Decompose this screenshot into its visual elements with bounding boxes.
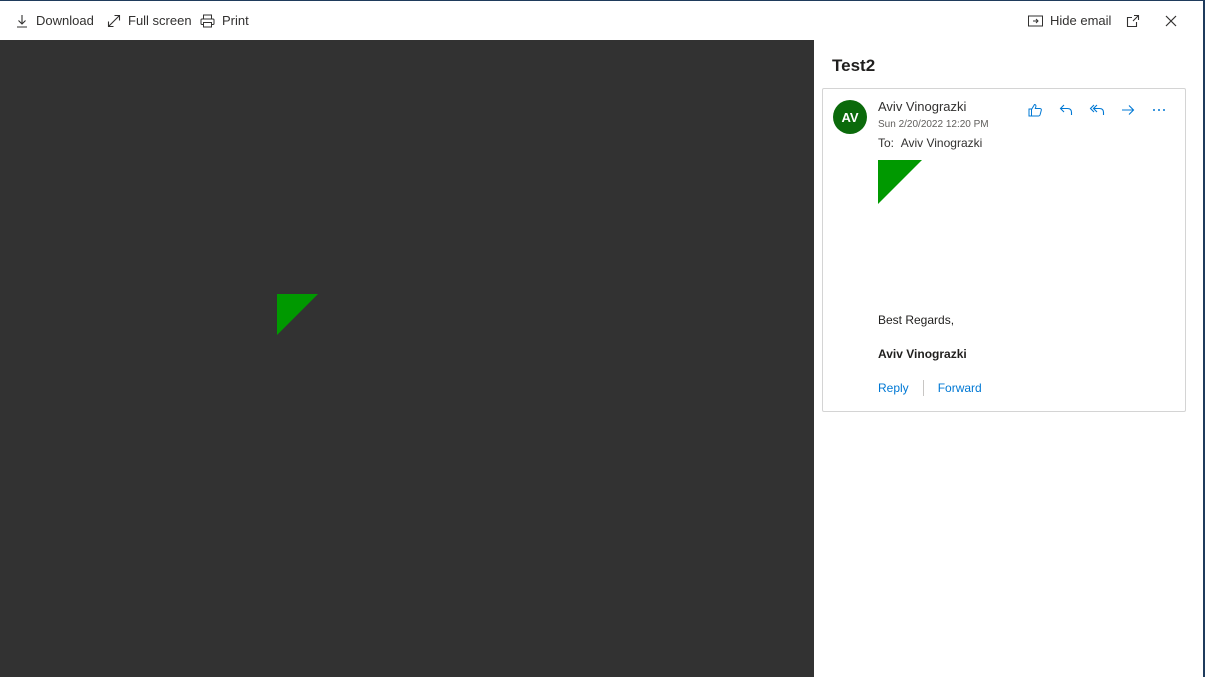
download-icon <box>15 14 29 28</box>
attachment-preview-image <box>277 294 318 335</box>
popout-button[interactable] <box>1126 1 1140 40</box>
forward-icon[interactable] <box>1119 101 1137 119</box>
inline-image[interactable] <box>878 160 922 204</box>
print-label: Print <box>222 13 249 28</box>
full-screen-label: Full screen <box>128 13 192 28</box>
popout-icon <box>1126 14 1140 28</box>
forward-link[interactable]: Forward <box>938 381 982 395</box>
recipient-name[interactable]: Aviv Vinograzki <box>901 136 983 150</box>
avatar[interactable]: AV <box>833 100 867 134</box>
expand-icon <box>107 14 121 28</box>
printer-icon <box>200 14 215 28</box>
reply-all-icon[interactable] <box>1088 101 1106 119</box>
closing-text: Best Regards, <box>878 313 955 327</box>
sender-name[interactable]: Aviv Vinograzki <box>878 99 966 114</box>
close-icon <box>1165 15 1177 27</box>
attachment-preview-area <box>0 40 814 677</box>
message-actions <box>1026 101 1168 119</box>
reply-link[interactable]: Reply <box>878 381 909 395</box>
divider <box>922 380 924 396</box>
quick-actions: Reply Forward <box>878 379 982 397</box>
download-button[interactable]: Download <box>15 1 94 40</box>
reply-icon[interactable] <box>1057 101 1075 119</box>
attachment-viewer-window: Download Full screen Print Hide email Te… <box>0 0 1205 677</box>
full-screen-button[interactable]: Full screen <box>107 1 192 40</box>
toolbar: Download Full screen Print Hide email <box>0 1 1203 40</box>
print-button[interactable]: Print <box>200 1 249 40</box>
more-icon[interactable] <box>1150 101 1168 119</box>
message-card: AV Aviv Vinograzki Sun 2/20/2022 12:20 P… <box>822 88 1186 412</box>
panel-icon <box>1028 15 1043 27</box>
thumbs-up-icon[interactable] <box>1026 101 1044 119</box>
download-label: Download <box>36 13 94 28</box>
email-reading-pane: Test2 AV Aviv Vinograzki Sun 2/20/2022 1… <box>814 40 1203 677</box>
message-date: Sun 2/20/2022 12:20 PM <box>878 119 989 130</box>
to-label: To: <box>878 136 895 150</box>
close-button[interactable] <box>1165 1 1177 40</box>
recipients-line: To: Aviv Vinograzki <box>878 136 982 150</box>
email-subject: Test2 <box>832 56 876 75</box>
hide-email-button[interactable]: Hide email <box>1028 1 1111 40</box>
signature: Aviv Vinograzki <box>878 347 967 361</box>
hide-email-label: Hide email <box>1050 13 1112 28</box>
